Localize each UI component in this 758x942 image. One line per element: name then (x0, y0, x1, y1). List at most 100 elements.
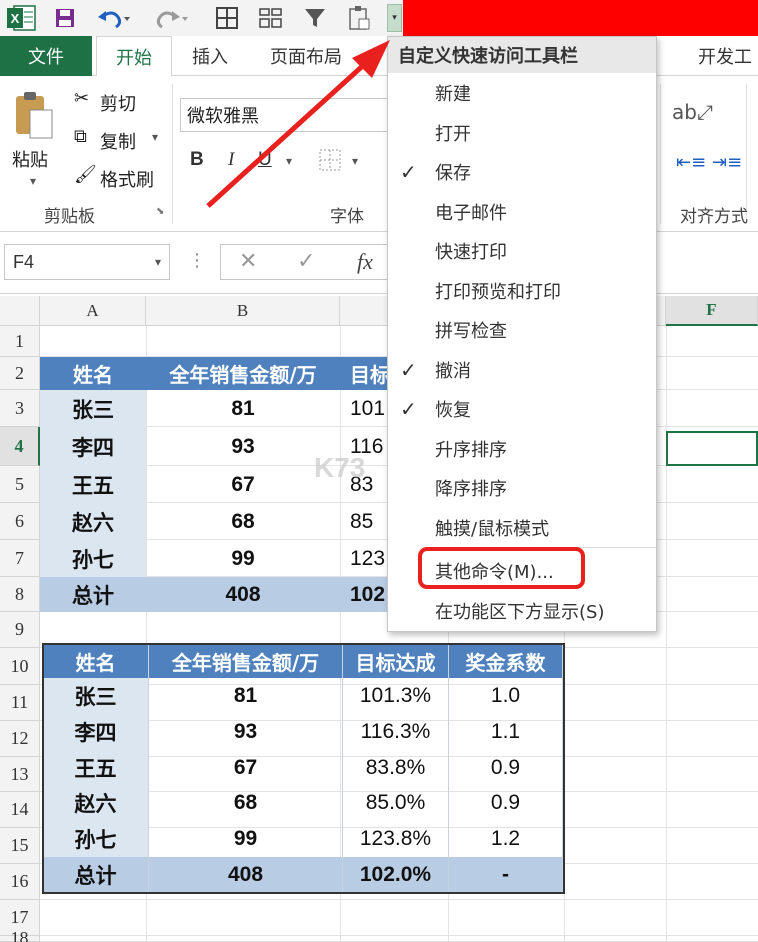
decrease-indent-icon[interactable]: ⇤≡ (676, 152, 706, 173)
table-cell[interactable]: 68 (146, 503, 340, 540)
italic-button[interactable]: I (228, 149, 234, 171)
increase-indent-icon[interactable]: ⇥≡ (712, 152, 742, 173)
col-header-f[interactable]: F (666, 296, 758, 326)
border-dropdown-icon[interactable]: ▾ (352, 154, 358, 168)
table-cell[interactable]: 全年销售金额/万 (146, 357, 340, 390)
insert-function-button[interactable]: fx (357, 249, 373, 275)
row-header[interactable]: 3 (0, 390, 40, 427)
filter-icon[interactable] (300, 4, 330, 32)
row-header[interactable]: 4 (0, 427, 40, 466)
clipboard-launcher-icon[interactable]: ⬊ (156, 206, 164, 217)
menu-item-label: 快速打印 (435, 242, 507, 263)
menu-item-show-below-ribbon[interactable]: 在功能区下方显示(S) (388, 591, 656, 631)
table-cell[interactable]: 85 (340, 503, 388, 540)
table-cell[interactable]: 67 (146, 466, 340, 503)
borders-icon[interactable] (212, 4, 242, 32)
table-cell[interactable]: 101 (340, 390, 388, 427)
row-header[interactable]: 12 (0, 721, 40, 757)
col-header-e[interactable] (656, 296, 666, 326)
menu-item[interactable]: 电子邮件 (388, 192, 656, 232)
table-cell[interactable]: 赵六 (40, 503, 146, 540)
save-icon[interactable] (50, 4, 80, 32)
menu-item[interactable]: 打开 (388, 113, 656, 153)
menu-item-label: 降序排序 (435, 479, 507, 500)
table-border (42, 643, 565, 894)
tab-page-layout[interactable]: 页面布局 (270, 36, 342, 76)
row-header[interactable]: 6 (0, 503, 40, 540)
table-cell[interactable]: 孙七 (40, 540, 146, 577)
copy-icon[interactable]: ⧉ (74, 126, 87, 147)
menu-item[interactable]: ✓ 保存 (388, 152, 656, 192)
row-header[interactable]: 14 (0, 792, 40, 828)
tab-developer[interactable]: 开发工 (698, 36, 752, 76)
menu-item-label: 拼写检查 (435, 321, 507, 342)
menu-item[interactable]: ✓ 撤消 (388, 350, 656, 390)
bold-button[interactable]: B (190, 149, 204, 171)
underline-button[interactable]: U (258, 149, 272, 171)
cut-icon[interactable]: ✂ (74, 88, 89, 109)
row-header[interactable]: 7 (0, 540, 40, 577)
paste-button[interactable]: 粘贴 (12, 146, 48, 172)
cancel-icon[interactable]: ✕ (239, 249, 257, 274)
row-header[interactable]: 16 (0, 864, 40, 900)
paste-dropdown-icon[interactable]: ▾ (30, 174, 36, 188)
row-header[interactable]: 15 (0, 828, 40, 864)
paste-icon[interactable] (12, 90, 56, 146)
menu-item[interactable]: 新建 (388, 73, 656, 113)
tab-file[interactable]: 文件 (0, 36, 92, 76)
customize-qat-dropdown-button[interactable]: ▾ (387, 4, 402, 32)
select-all-corner[interactable] (0, 296, 40, 326)
row-header[interactable]: 8 (0, 577, 40, 612)
menu-item-label: 打印预览和打印 (435, 281, 561, 303)
table-cell[interactable]: 93 (146, 427, 340, 466)
table-cell[interactable]: 81 (146, 390, 340, 427)
row-header[interactable]: 18 (0, 928, 40, 942)
table-cell[interactable]: 目标 (340, 357, 388, 390)
table-cell[interactable]: 102 (340, 577, 388, 612)
row-header[interactable]: 5 (0, 466, 40, 503)
tab-home[interactable]: 开始 (96, 36, 172, 77)
col-header-c[interactable] (340, 296, 388, 326)
copy-button[interactable]: 复制 (100, 128, 136, 154)
table-cell[interactable]: 张三 (40, 390, 146, 427)
enter-icon[interactable]: ✓ (297, 249, 315, 274)
redo-icon[interactable] (152, 4, 192, 32)
format-painter-button[interactable]: 格式刷 (100, 166, 154, 192)
menu-item[interactable]: 触摸/鼠标模式 (388, 508, 656, 548)
table-cell[interactable]: 总计 (40, 577, 146, 612)
menu-item[interactable]: ✓ 恢复 (388, 389, 656, 429)
form-icon[interactable] (256, 4, 286, 32)
row-header[interactable]: 1 (0, 326, 40, 357)
format-painter-icon[interactable]: 🖌 (74, 164, 97, 185)
table-cell[interactable]: 姓名 (40, 357, 146, 390)
menu-item[interactable]: 拼写检查 (388, 310, 656, 350)
table-cell[interactable]: 408 (146, 577, 340, 612)
col-header-a[interactable]: A (40, 296, 146, 326)
cut-button[interactable]: 剪切 (100, 90, 136, 116)
clipboard-icon[interactable] (344, 4, 374, 32)
table-cell[interactable]: 99 (146, 540, 340, 577)
row-header[interactable]: 11 (0, 685, 40, 721)
name-box-dropdown-icon[interactable]: ▾ (155, 255, 161, 269)
tab-insert[interactable]: 插入 (192, 36, 228, 76)
name-box[interactable]: F4 ▾ (4, 244, 170, 280)
menu-item[interactable]: 打印预览和打印 (388, 271, 656, 311)
orientation-icon[interactable]: ab⤢ (672, 100, 713, 124)
selected-cell-f4[interactable] (666, 431, 758, 466)
undo-icon[interactable] (94, 4, 134, 32)
table-cell[interactable]: 王五 (40, 466, 146, 503)
menu-item[interactable]: 快速打印 (388, 231, 656, 271)
row-header[interactable]: 2 (0, 357, 40, 390)
col-header-b[interactable]: B (146, 296, 340, 326)
menu-item[interactable]: 降序排序 (388, 468, 656, 508)
table-cell[interactable]: 李四 (40, 427, 146, 466)
copy-dropdown-icon[interactable]: ▾ (152, 130, 158, 144)
font-name-select[interactable]: 微软雅黑 (180, 98, 390, 132)
menu-item[interactable]: 升序排序 (388, 429, 656, 469)
underline-dropdown-icon[interactable]: ▾ (286, 154, 292, 168)
row-header[interactable]: 9 (0, 612, 40, 648)
row-header[interactable]: 10 (0, 648, 40, 685)
row-header[interactable]: 13 (0, 757, 40, 792)
table-cell[interactable]: 123 (340, 540, 388, 577)
border-button-icon[interactable] (318, 148, 346, 176)
